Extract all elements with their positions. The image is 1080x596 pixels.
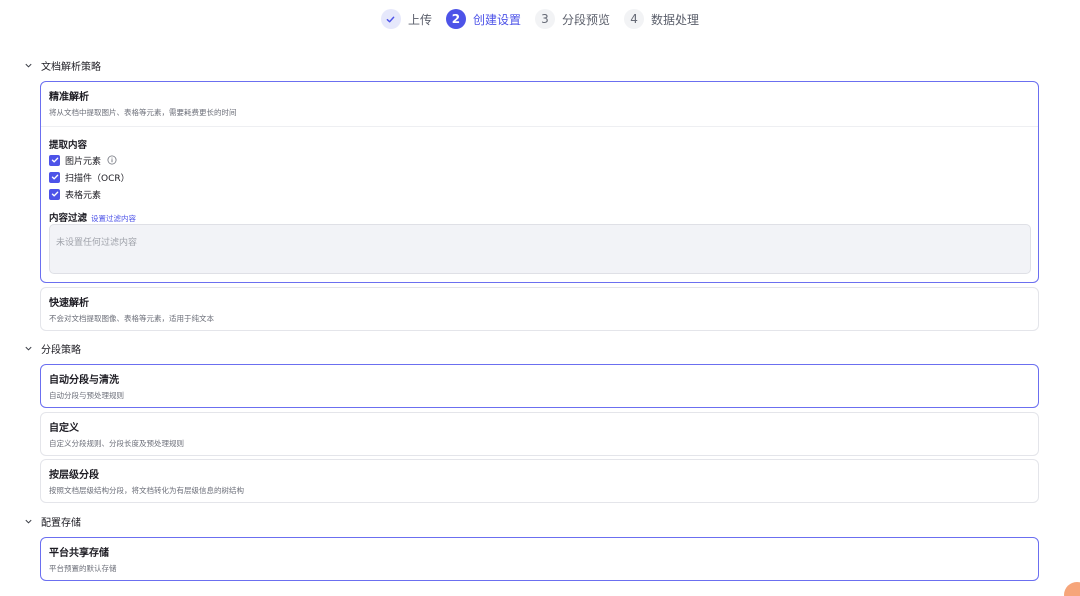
checkbox-checked-icon[interactable]	[49, 154, 60, 166]
option-title: 按层级分段	[49, 470, 99, 481]
set-filter-link[interactable]: 设置过滤内容	[91, 213, 136, 224]
checkbox-image-elements[interactable]: 图片元素	[49, 154, 117, 167]
step-segment-preview-label: 分段预览	[562, 12, 611, 27]
extract-content-title: 提取内容	[49, 140, 88, 151]
step-number: 4	[624, 9, 645, 29]
option-title: 快速解析	[49, 298, 89, 309]
step-number: 3	[535, 9, 555, 29]
step-data-processing-label: 数据处理	[651, 12, 700, 27]
step-create-settings[interactable]: 2 创建设置	[445, 8, 521, 30]
storage-option-shared[interactable]: 平台共享存储 平台预置的默认存储	[40, 537, 1039, 581]
storage-section-header[interactable]: 配置存储	[24, 513, 81, 529]
step-segment-preview[interactable]: 3 分段预览	[535, 8, 610, 30]
step-upload-label: 上传	[407, 12, 432, 27]
knowledge-create-settings-page: 上传 2 创建设置 3 分段预览 4 数据处理 文档解析策略 精准解析 将从文档…	[0, 0, 1080, 596]
checkbox-label: 表格元素	[65, 190, 102, 201]
step-create-settings-label: 创建设置	[472, 12, 521, 27]
chevron-down-icon[interactable]	[24, 517, 33, 526]
option-desc: 按照文档层级结构分段，将文档转化为有层级信息的树结构	[49, 486, 244, 495]
check-icon	[380, 9, 401, 29]
content-filter-box[interactable]: 未设置任何过滤内容	[49, 224, 1031, 274]
option-title: 精准解析	[49, 92, 89, 103]
content-filter-row: 内容过滤 设置过滤内容	[49, 210, 136, 224]
parse-section-header[interactable]: 文档解析策略	[24, 57, 101, 73]
step-number: 2	[445, 9, 466, 29]
section-title: 分段策略	[41, 344, 81, 356]
segment-option-custom[interactable]: 自定义 自定义分段规则、分段长度及预处理规则	[40, 412, 1039, 456]
segment-option-auto[interactable]: 自动分段与清洗 自动分段与预处理规则	[40, 364, 1039, 408]
segment-section-header[interactable]: 分段策略	[24, 340, 81, 356]
checkbox-label: 扫描件（OCR）	[65, 173, 130, 184]
option-title: 自动分段与清洗	[49, 375, 119, 386]
precise-parse-option[interactable]: 精准解析 将从文档中提取图片、表格等元素，需要耗费更长的时间 提取内容 图片元素…	[40, 81, 1039, 283]
option-desc: 平台预置的默认存储	[49, 564, 117, 573]
checkbox-checked-icon[interactable]	[49, 171, 60, 183]
segment-option-hierarchy[interactable]: 按层级分段 按照文档层级结构分段，将文档转化为有层级信息的树结构	[40, 459, 1039, 503]
chevron-down-icon[interactable]	[24, 61, 33, 70]
info-icon[interactable]	[107, 155, 117, 165]
filter-placeholder: 未设置任何过滤内容	[56, 238, 138, 248]
section-title: 文档解析策略	[41, 61, 101, 73]
option-desc: 自定义分段规则、分段长度及预处理规则	[49, 439, 184, 448]
checkbox-table-elements[interactable]: 表格元素	[49, 188, 102, 201]
checkbox-checked-icon[interactable]	[49, 188, 60, 200]
section-title: 配置存储	[41, 517, 81, 529]
option-title: 自定义	[49, 423, 79, 434]
chevron-down-icon[interactable]	[24, 344, 33, 353]
checkbox-ocr[interactable]: 扫描件（OCR）	[49, 171, 130, 184]
content-filter-title: 内容过滤	[49, 213, 88, 224]
step-data-processing[interactable]: 4 数据处理	[624, 8, 699, 30]
option-desc: 不会对文档提取图像、表格等元素，适用于纯文本	[49, 314, 214, 323]
progress-stepper: 上传 2 创建设置 3 分段预览 4 数据处理	[0, 8, 1080, 30]
fast-parse-option[interactable]: 快速解析 不会对文档提取图像、表格等元素，适用于纯文本	[40, 287, 1039, 331]
divider	[41, 126, 1038, 127]
assistant-bubble[interactable]	[1064, 582, 1080, 596]
step-upload[interactable]: 上传	[380, 8, 432, 30]
option-desc: 自动分段与预处理规则	[49, 391, 124, 400]
option-desc: 将从文档中提取图片、表格等元素，需要耗费更长的时间	[49, 108, 237, 117]
checkbox-label: 图片元素	[65, 156, 102, 167]
option-title: 平台共享存储	[49, 548, 109, 559]
